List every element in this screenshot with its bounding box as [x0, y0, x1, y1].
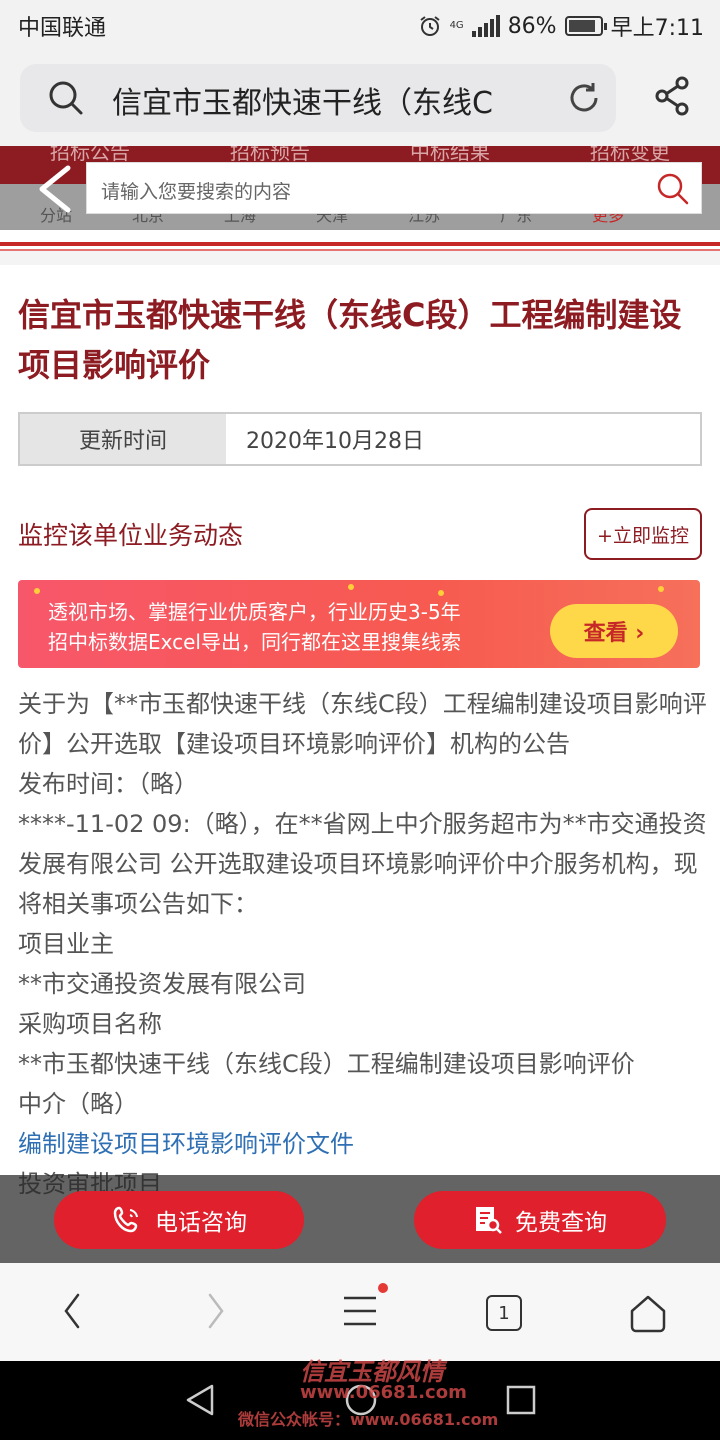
- browser-bottom-nav: 1: [0, 1263, 720, 1361]
- battery-icon: [564, 16, 607, 36]
- monitor-text: 监控该单位业务动态: [18, 521, 244, 550]
- paragraph: 采购项目名称: [18, 1010, 162, 1038]
- decor-dot: [658, 586, 664, 592]
- paragraph: 关于为【**市玉都快速干线（东线C段）工程编制建设项目影响评价】公开选取【建设项…: [18, 690, 707, 758]
- url-text[interactable]: 信宜市玉都快速干线（东线C: [112, 78, 532, 122]
- paragraph: 中介（略）: [18, 1090, 138, 1118]
- search-icon[interactable]: [655, 171, 691, 207]
- banner-line: 透视市场、掌握行业优质客户，行业历史3-5年: [48, 600, 461, 624]
- promo-banner[interactable]: 透视市场、掌握行业优质客户，行业历史3-5年 招中标数据Excel导出，同行都在…: [18, 580, 700, 668]
- notification-dot: [378, 1283, 388, 1293]
- update-value: 2020年10月28日: [246, 429, 424, 454]
- banner-line: 招中标数据Excel导出，同行都在这里搜集线索: [48, 630, 461, 654]
- decor-dot: [348, 584, 354, 590]
- update-info: 更新时间 2020年10月28日: [18, 412, 702, 466]
- home-icon[interactable]: [628, 1293, 668, 1333]
- phone-consult-button[interactable]: 电话咨询: [54, 1191, 304, 1249]
- free-query-button[interactable]: 免费查询: [414, 1191, 666, 1249]
- reload-icon[interactable]: [566, 80, 602, 116]
- article-body: 关于为【**市玉都快速干线（东线C段）工程编制建设项目影响评价】公开选取【建设项…: [18, 684, 708, 1204]
- paragraph: 项目业主: [18, 930, 114, 958]
- phone-icon: [113, 1206, 138, 1233]
- menu-icon[interactable]: [342, 1295, 378, 1327]
- free-query-label: 免费查询: [515, 1210, 607, 1236]
- signal-icon: [471, 15, 500, 37]
- paragraph: ****-11-02 09:（略），在**省网上中介服务超市为**市交通投资发展…: [18, 810, 707, 918]
- decor-dot: [34, 588, 40, 594]
- browser-toolbar: 信宜市玉都快速干线（东线C: [0, 50, 720, 146]
- search-placeholder: 请输入您要搜索的内容: [101, 181, 292, 203]
- status-bar: 中国联通 4G 86% 早上7:11: [0, 0, 720, 50]
- carrier-name: 中国联通: [18, 16, 107, 41]
- search-icon: [49, 81, 83, 115]
- forward-icon[interactable]: [204, 1289, 228, 1333]
- address-bar[interactable]: 信宜市玉都快速干线（东线C: [20, 64, 616, 132]
- article-title: 信宜市玉都快速干线（东线C段）工程编制建设项目影响评价: [18, 296, 682, 384]
- system-recents-icon[interactable]: [506, 1385, 536, 1415]
- divider: [0, 251, 720, 265]
- divider: [0, 242, 720, 246]
- paragraph: **市交通投资发展有限公司: [18, 970, 306, 998]
- alarm-icon: [419, 16, 440, 36]
- paragraph: **市玉都快速干线（东线C段）工程编制建设项目影响评价: [18, 1050, 635, 1078]
- banner-view-button[interactable]: 查看 ›: [550, 604, 678, 658]
- back-icon[interactable]: [60, 1289, 84, 1333]
- network-type: 4G: [449, 20, 464, 31]
- tabs-count: 1: [498, 1302, 510, 1324]
- watermark-wechat: 微信公众帐号：www.06681.com: [238, 1410, 499, 1429]
- clock: 早上7:11: [610, 16, 704, 41]
- tabs-button[interactable]: 1: [486, 1295, 522, 1331]
- watermark-url: www.06681.com: [300, 1382, 467, 1403]
- paragraph: 发布时间：（略）: [18, 770, 198, 798]
- monitor-button[interactable]: +立即监控: [584, 508, 702, 560]
- battery-percent: 86%: [507, 13, 557, 39]
- paragraph[interactable]: 编制建设项目环境影响评价文件: [18, 1124, 708, 1164]
- back-arrow-icon[interactable]: [34, 164, 74, 214]
- document-search-icon: [476, 1207, 502, 1234]
- site-search-input[interactable]: 请输入您要搜索的内容: [86, 162, 702, 214]
- status-icons: 4G 86% 早上7:11: [418, 10, 704, 42]
- share-icon[interactable]: [654, 76, 690, 116]
- phone-consult-label: 电话咨询: [155, 1210, 247, 1236]
- system-back-icon[interactable]: [184, 1383, 216, 1417]
- update-label: 更新时间: [20, 414, 226, 464]
